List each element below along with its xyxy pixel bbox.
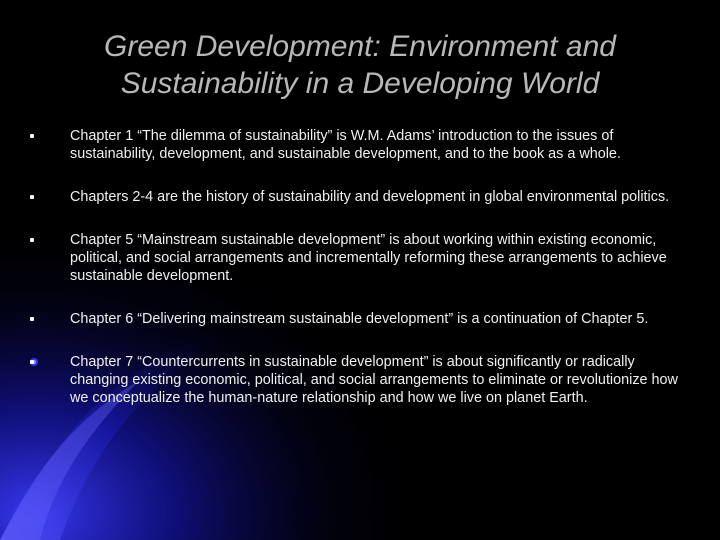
bullet-text: Chapter 7 “Countercurrents in sustainabl…: [70, 354, 678, 406]
bullet-item-chapter-5: Chapter 5 “Mainstream sustainable develo…: [30, 231, 690, 285]
bullet-item-chapters-2-4: Chapters 2-4 are the history of sustaina…: [30, 188, 690, 206]
title-line-1: Green Development: Environment and: [104, 30, 616, 63]
slide-title: Green Development: Environment and Susta…: [40, 28, 680, 102]
title-line-2: Sustainability in a Developing World: [120, 67, 600, 100]
bullet-item-chapter-7: Chapter 7 “Countercurrents in sustainabl…: [30, 353, 690, 407]
bullet-dot-icon: [30, 238, 34, 242]
bullet-list: Chapter 1 “The dilemma of sustainability…: [30, 127, 690, 407]
slide: Green Development: Environment and Susta…: [0, 0, 720, 540]
bullet-dot-icon: [30, 360, 34, 364]
bullet-dot-icon: [30, 195, 34, 199]
bullet-dot-icon: [30, 134, 34, 138]
bullet-text: Chapter 6 “Delivering mainstream sustain…: [70, 311, 649, 327]
bullet-text: Chapter 5 “Mainstream sustainable develo…: [70, 232, 667, 284]
bullet-text: Chapter 1 “The dilemma of sustainability…: [70, 128, 621, 162]
bullet-dot-icon: [30, 317, 34, 321]
bullet-text: Chapters 2-4 are the history of sustaina…: [70, 189, 670, 205]
bullet-item-chapter-1: Chapter 1 “The dilemma of sustainability…: [30, 127, 690, 163]
bullet-item-chapter-6: Chapter 6 “Delivering mainstream sustain…: [30, 310, 690, 328]
